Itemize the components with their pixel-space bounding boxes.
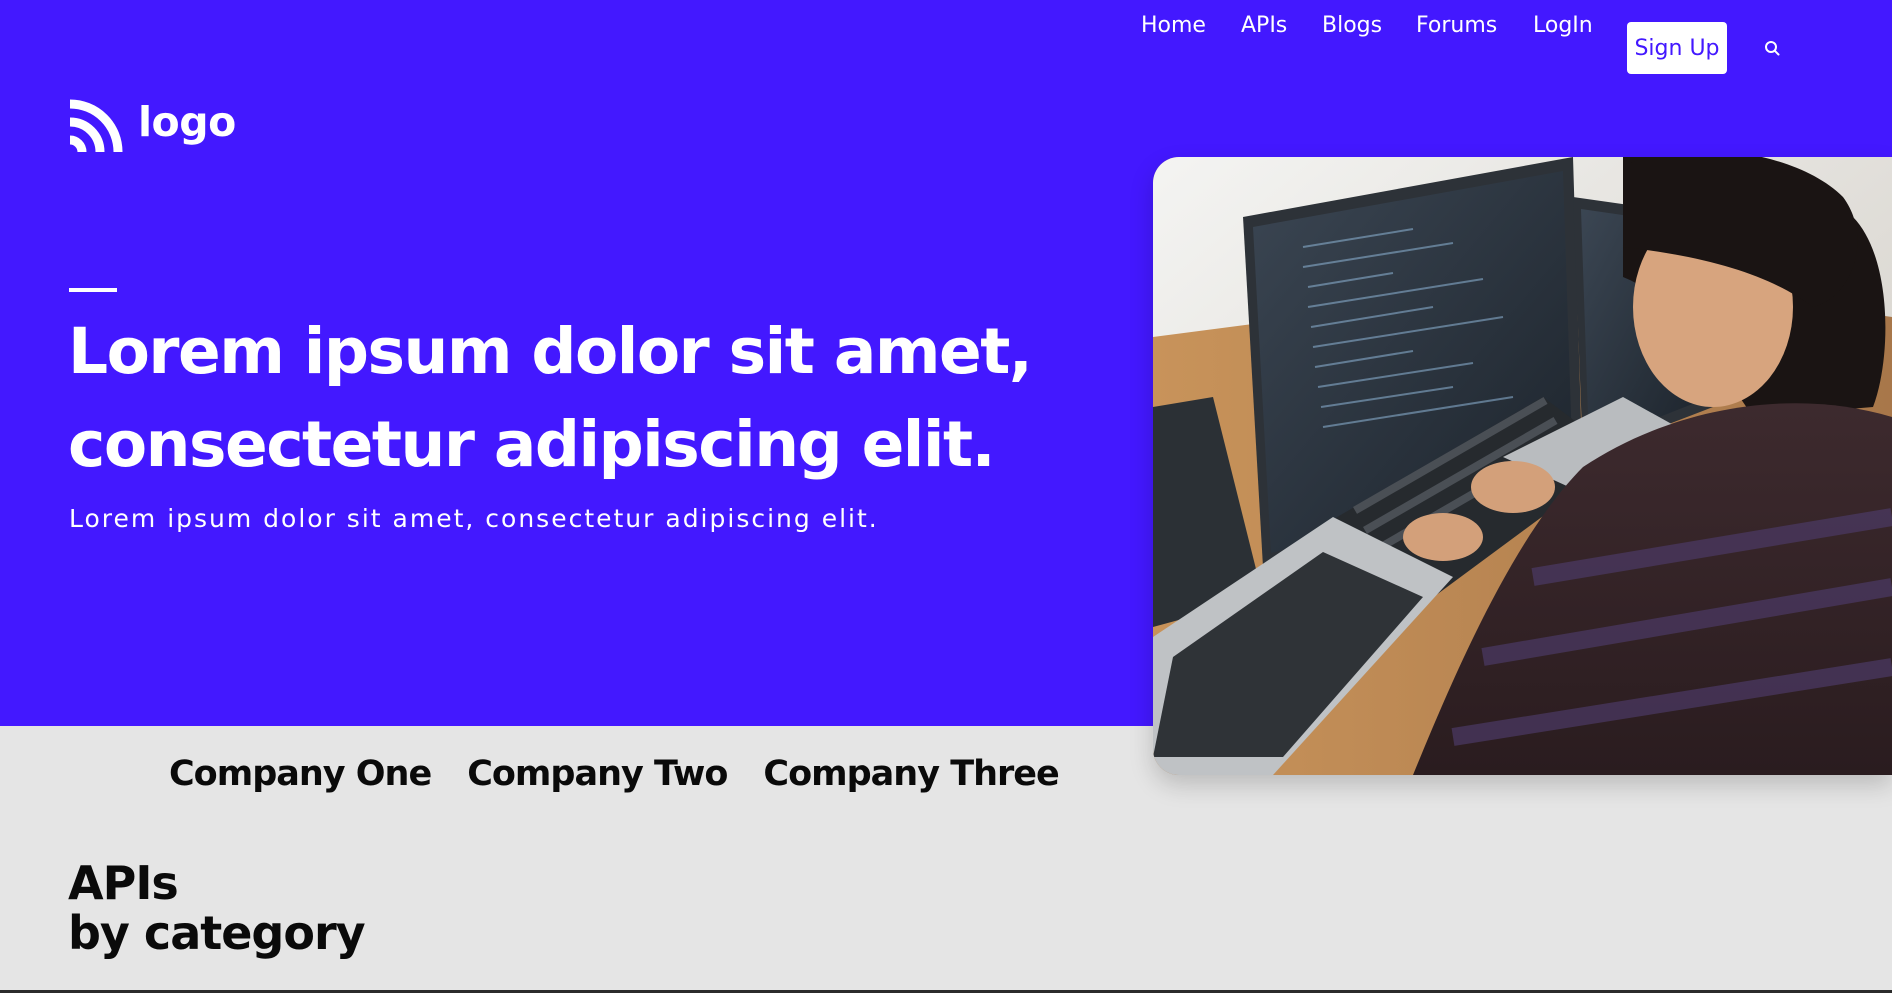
company-one-logo: Company One (169, 754, 432, 794)
hero-subheading: Lorem ipsum dolor sit amet, consectetur … (69, 504, 879, 533)
accent-dash (69, 288, 117, 292)
hero-headline: Lorem ipsum dolor sit amet, consectetur … (68, 305, 1128, 491)
nav-login-link[interactable]: LogIn (1533, 13, 1593, 38)
logo[interactable]: logo (68, 98, 236, 153)
nav-home-link[interactable]: Home (1141, 13, 1206, 38)
apis-by-category-title: APIs by category (68, 856, 366, 960)
apis-title-line-1: APIs (68, 856, 179, 910)
company-three-logo: Company Three (763, 754, 1059, 794)
company-logos-row: Company One Company Two Company Three (169, 754, 1060, 794)
nav-blogs-link[interactable]: Blogs (1322, 13, 1382, 38)
headline-line-2: consectetur adipiscing elit. (68, 408, 996, 481)
nav-apis-link[interactable]: APIs (1241, 13, 1287, 38)
nav-forums-link[interactable]: Forums (1416, 13, 1497, 38)
company-two-logo: Company Two (467, 754, 728, 794)
developer-at-computer-photo (1153, 157, 1892, 775)
headline-line-1: Lorem ipsum dolor sit amet, (68, 315, 1033, 388)
sign-up-button[interactable]: Sign Up (1627, 22, 1727, 74)
search-icon[interactable] (1762, 38, 1784, 60)
apis-title-line-2: by category (68, 906, 366, 960)
logo-text: logo (138, 98, 236, 146)
signal-waves-icon (68, 98, 124, 153)
